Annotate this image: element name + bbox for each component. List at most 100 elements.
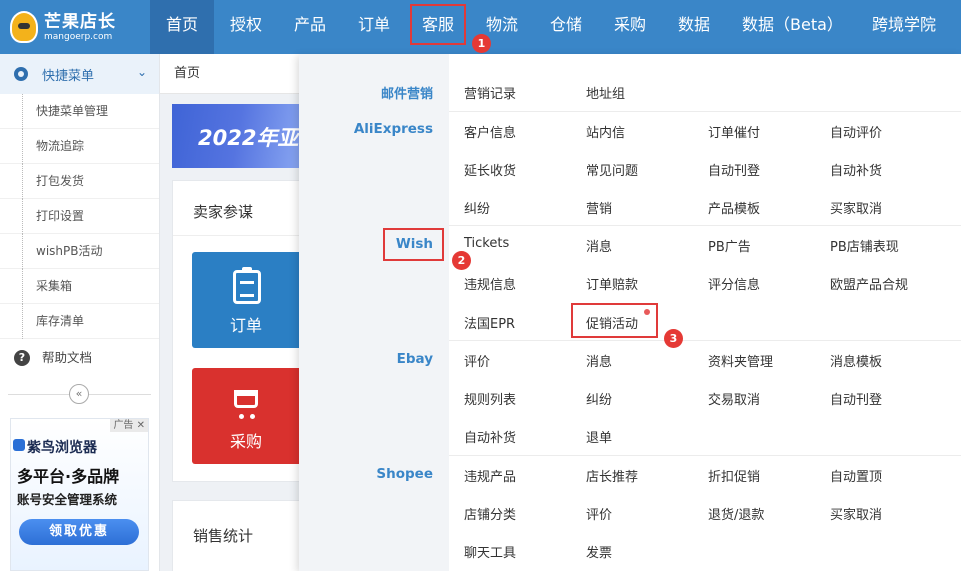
logo-name: 芒果店长 xyxy=(44,11,116,32)
menu-item-wish-violations[interactable]: 违规信息 xyxy=(464,274,516,293)
banner-text: 2022年亚 xyxy=(198,126,299,150)
highlight-box-customer-service xyxy=(410,4,466,45)
menu-item-ebay-disputes[interactable]: 纠纷 xyxy=(586,389,612,408)
browser-logo-icon xyxy=(13,439,25,451)
divider xyxy=(449,455,961,456)
logo-url: mangoerp.com xyxy=(44,31,113,42)
chevron-down-icon: ⌄ xyxy=(136,65,147,79)
menu-item-shopee-reviews[interactable]: 评价 xyxy=(586,504,612,523)
sidebar-item-packing[interactable]: 打包发货 xyxy=(0,164,159,199)
menu-item-shopee-buyer-cancel[interactable]: 买家取消 xyxy=(830,504,882,523)
divider xyxy=(449,340,961,341)
menu-item-shopee-violating-products[interactable]: 违规产品 xyxy=(464,466,516,485)
divider xyxy=(449,225,961,226)
menu-item-ali-inbox[interactable]: 站内信 xyxy=(586,122,625,141)
menu-item-ali-payment-reminder[interactable]: 订单催付 xyxy=(708,122,760,141)
menu-item-ali-disputes[interactable]: 纠纷 xyxy=(464,198,490,217)
category-email-marketing: 邮件营销 xyxy=(380,87,433,102)
menu-item-address-groups[interactable]: 地址组 xyxy=(586,83,625,102)
menu-item-shopee-invoices[interactable]: 发票 xyxy=(586,542,612,561)
menu-item-ebay-rules[interactable]: 规则列表 xyxy=(464,389,516,408)
category-aliexpress: AliExpress xyxy=(353,121,433,137)
step-badge-1: 1 xyxy=(472,34,491,53)
menu-item-shopee-chat-tools[interactable]: 聊天工具 xyxy=(464,542,516,561)
nav-data-beta[interactable]: 数据（Beta） xyxy=(742,0,843,54)
sales-stats-title: 销售统计 xyxy=(193,527,254,545)
menu-item-wish-order-compensation[interactable]: 订单赔款 xyxy=(586,274,638,293)
step-badge-2: 2 xyxy=(452,251,471,270)
seller-advisor-title: 卖家参谋 xyxy=(193,203,254,221)
promo-banner[interactable]: 2022年亚 xyxy=(172,104,302,168)
ad-claim-button[interactable]: 领取优惠 xyxy=(19,519,139,545)
menu-item-shopee-featured[interactable]: 店长推荐 xyxy=(586,466,638,485)
quick-menu-header[interactable]: 快捷菜单 ⌄ xyxy=(0,54,159,94)
menu-item-ebay-auto-listing[interactable]: 自动刊登 xyxy=(830,389,882,408)
menu-item-shopee-returns-refunds[interactable]: 退货/退款 xyxy=(708,504,764,523)
cart-icon xyxy=(234,390,258,419)
menu-item-ebay-feedback[interactable]: 评价 xyxy=(464,351,490,370)
collapse-sidebar-button[interactable]: « xyxy=(69,384,89,404)
question-icon: ? xyxy=(14,350,30,366)
nav-warehouse[interactable]: 仓储 xyxy=(550,0,582,54)
menu-item-wish-tickets[interactable]: Tickets xyxy=(464,236,509,251)
menu-item-ali-auto-listing[interactable]: 自动刊登 xyxy=(708,160,760,179)
menu-item-wish-france-epr[interactable]: 法国EPR xyxy=(464,313,515,332)
ad-tag[interactable]: 广告 ✕ xyxy=(110,419,148,432)
order-tile[interactable]: 订单 xyxy=(192,252,302,348)
nav-orders[interactable]: 订单 xyxy=(358,0,390,54)
purchase-tile-label: 采购 xyxy=(230,432,263,451)
sidebar: 快捷菜单 ⌄ 快捷菜单管理 物流追踪 打包发货 打印设置 wishPB活动 采集… xyxy=(0,54,160,571)
nav-data[interactable]: 数据 xyxy=(678,0,710,54)
sidebar-item-tracking[interactable]: 物流追踪 xyxy=(0,129,159,164)
menu-item-ebay-messages[interactable]: 消息 xyxy=(586,351,612,370)
menu-item-wish-messages[interactable]: 消息 xyxy=(586,236,612,255)
menu-item-marketing-records[interactable]: 营销记录 xyxy=(464,83,516,102)
help-docs-link[interactable]: ? 帮助文档 xyxy=(0,340,159,376)
sidebar-item-wishpb[interactable]: wishPB活动 xyxy=(0,234,159,269)
menu-item-ali-customer-info[interactable]: 客户信息 xyxy=(464,122,516,141)
menu-item-wish-eu-compliance[interactable]: 欧盟产品合规 xyxy=(830,274,908,293)
menu-item-shopee-discounts[interactable]: 折扣促销 xyxy=(708,466,760,485)
purchase-tile[interactable]: 采购 xyxy=(192,368,302,464)
menu-item-wish-pb-store-performance[interactable]: PB店铺表现 xyxy=(830,236,899,255)
nav-academy[interactable]: 跨境学院 xyxy=(872,0,936,54)
menu-item-ali-auto-restock[interactable]: 自动补货 xyxy=(830,160,882,179)
ad-headline: 多平台·多品牌 xyxy=(17,467,120,486)
menu-item-ebay-chargebacks[interactable]: 退单 xyxy=(586,427,612,446)
mango-mascot-icon xyxy=(10,11,38,43)
menu-item-shopee-shop-categories[interactable]: 店铺分类 xyxy=(464,504,516,523)
menu-item-ebay-folders[interactable]: 资料夹管理 xyxy=(708,351,773,370)
menu-item-ali-marketing[interactable]: 营销 xyxy=(586,198,612,217)
order-tile-label: 订单 xyxy=(230,316,263,335)
gear-icon xyxy=(14,67,28,81)
menu-item-ali-extend-receipt[interactable]: 延长收货 xyxy=(464,160,516,179)
quick-menu-label: 快捷菜单 xyxy=(42,68,95,84)
ad-banner[interactable]: 广告 ✕ 紫鸟浏览器 多平台·多品牌 账号安全管理系统 领取优惠 xyxy=(10,418,149,571)
menu-item-wish-pb-ads[interactable]: PB广告 xyxy=(708,236,751,255)
clipboard-icon xyxy=(233,267,261,304)
sales-stats-card: 销售统计 xyxy=(172,500,302,571)
nav-logistics[interactable]: 物流 xyxy=(486,0,518,54)
nav-authorization[interactable]: 授权 xyxy=(230,0,262,54)
app-logo[interactable]: 芒果店长 mangoerp.com xyxy=(0,0,150,54)
menu-item-ebay-transaction-cancel[interactable]: 交易取消 xyxy=(708,389,760,408)
menu-item-ebay-message-templates[interactable]: 消息模板 xyxy=(830,351,882,370)
menu-item-shopee-auto-bump[interactable]: 自动置顶 xyxy=(830,466,882,485)
menu-item-ali-product-templates[interactable]: 产品模板 xyxy=(708,198,760,217)
highlight-box-promotions xyxy=(571,303,658,338)
sidebar-item-print-settings[interactable]: 打印设置 xyxy=(0,199,159,234)
sidebar-item-quick-menu-manage[interactable]: 快捷菜单管理 xyxy=(0,94,159,129)
help-docs-label: 帮助文档 xyxy=(42,350,93,365)
category-shopee: Shopee xyxy=(376,466,433,482)
nav-products[interactable]: 产品 xyxy=(294,0,326,54)
sidebar-item-collection-box[interactable]: 采集箱 xyxy=(0,269,159,304)
divider xyxy=(449,111,961,112)
nav-home[interactable]: 首页 xyxy=(166,0,198,54)
menu-item-wish-ratings[interactable]: 评分信息 xyxy=(708,274,760,293)
nav-purchase[interactable]: 采购 xyxy=(614,0,646,54)
menu-item-ali-buyer-cancel[interactable]: 买家取消 xyxy=(830,198,882,217)
menu-item-ebay-auto-restock[interactable]: 自动补货 xyxy=(464,427,516,446)
menu-item-ali-auto-review[interactable]: 自动评价 xyxy=(830,122,882,141)
sidebar-item-inventory[interactable]: 库存清单 xyxy=(0,304,159,339)
menu-item-ali-faq[interactable]: 常见问题 xyxy=(586,160,638,179)
